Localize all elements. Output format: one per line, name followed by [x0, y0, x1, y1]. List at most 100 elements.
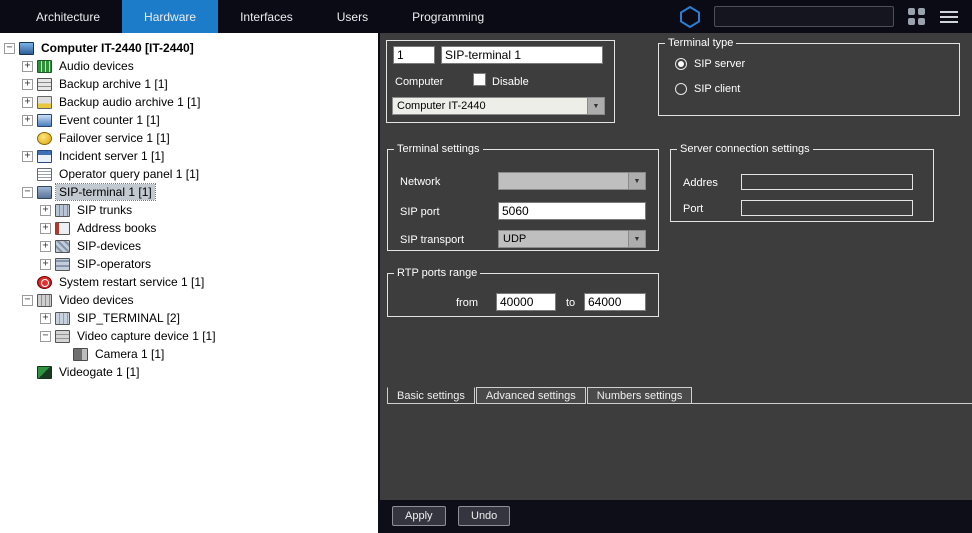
- menu-icon[interactable]: [940, 11, 958, 23]
- collapse-box-icon[interactable]: −: [40, 331, 51, 342]
- tree-item[interactable]: Failover service 1 [1]: [0, 129, 378, 147]
- tree-item[interactable]: +Backup archive 1 [1]: [0, 75, 378, 93]
- collapse-box-icon[interactable]: −: [22, 187, 33, 198]
- rtp-to-field[interactable]: [584, 293, 646, 311]
- tree-item-label: SIP-terminal 1 [1]: [56, 184, 155, 200]
- sip-transport-label: SIP transport: [400, 234, 464, 246]
- expand-box-icon[interactable]: +: [22, 151, 33, 162]
- server-port-field[interactable]: [741, 200, 913, 216]
- topbar-tab-interfaces[interactable]: Interfaces: [218, 0, 315, 33]
- grid-square: [918, 18, 925, 25]
- topbar-tab-hardware[interactable]: Hardware: [122, 0, 218, 33]
- expand-box-icon[interactable]: +: [22, 115, 33, 126]
- apps-grid-icon[interactable]: [908, 8, 926, 26]
- tree-item[interactable]: −Computer IT-2440 [IT-2440]: [0, 39, 378, 57]
- tree-item[interactable]: Operator query panel 1 [1]: [0, 165, 378, 183]
- sip-port-field[interactable]: [498, 202, 646, 220]
- tree-item[interactable]: − Video devices: [0, 291, 378, 309]
- backup-audio-archive-icon: [37, 96, 52, 109]
- expand-box-icon[interactable]: +: [40, 259, 51, 270]
- topbar-tab-programming[interactable]: Programming: [390, 0, 506, 33]
- radio-label: SIP client: [694, 83, 740, 95]
- expand-box-icon[interactable]: +: [22, 61, 33, 72]
- tree-item[interactable]: −Video capture device 1 [1]: [0, 327, 378, 345]
- settings-tabs: Basic settingsAdvanced settingsNumbers s…: [387, 387, 972, 404]
- tree-item[interactable]: + Address books: [0, 219, 378, 237]
- sip-port-label: SIP port: [400, 206, 440, 218]
- tree-item[interactable]: +SIP_TERMINAL [2]: [0, 309, 378, 327]
- tree-item[interactable]: Videogate 1 [1]: [0, 363, 378, 381]
- rtp-ports-group: RTP ports range from to: [387, 267, 659, 317]
- tree-item[interactable]: +SIP trunks: [0, 201, 378, 219]
- videogate-icon: [37, 366, 52, 379]
- rtp-from-label: from: [456, 297, 478, 309]
- tab-advanced-settings[interactable]: Advanced settings: [476, 387, 586, 404]
- tree-item-label: System restart service 1 [1]: [56, 274, 207, 290]
- expand-box-icon[interactable]: +: [40, 313, 51, 324]
- object-id-field[interactable]: [393, 46, 435, 64]
- tree-item-label: Incident server 1 [1]: [56, 148, 167, 164]
- topbar-tab-users[interactable]: Users: [315, 0, 390, 33]
- expand-box-icon[interactable]: +: [40, 223, 51, 234]
- server-connection-group: Server connection settings Addres Port: [670, 143, 934, 222]
- sip-transport-select-value: UDP: [499, 233, 628, 245]
- chevron-down-icon[interactable]: ▼: [628, 173, 645, 189]
- tree-item[interactable]: − SIP-terminal 1 [1]: [0, 183, 378, 201]
- tree-item[interactable]: +SIP-devices: [0, 237, 378, 255]
- collapse-box-icon[interactable]: −: [22, 295, 33, 306]
- tree-item[interactable]: + Event counter 1 [1]: [0, 111, 378, 129]
- expand-box-icon[interactable]: +: [40, 241, 51, 252]
- disable-checkbox[interactable]: [473, 73, 486, 86]
- chevron-down-icon[interactable]: ▼: [587, 98, 604, 114]
- radio-option-sip-server[interactable]: SIP server: [675, 58, 959, 70]
- tree-item-label: Operator query panel 1 [1]: [56, 166, 202, 182]
- radio-selected-icon[interactable]: [675, 58, 687, 70]
- radio-icon[interactable]: [675, 83, 687, 95]
- tree-item[interactable]: System restart service 1 [1]: [0, 273, 378, 291]
- tree-item[interactable]: + Backup audio archive 1 [1]: [0, 93, 378, 111]
- audio-devices-icon: [37, 60, 52, 73]
- tree-item-label: Event counter 1 [1]: [56, 112, 163, 128]
- grid-square: [908, 18, 915, 25]
- address-field[interactable]: [741, 174, 913, 190]
- search-input[interactable]: [714, 6, 894, 27]
- radio-option-sip-client[interactable]: SIP client: [675, 83, 959, 95]
- rtp-from-field[interactable]: [496, 293, 556, 311]
- terminal-type-options: SIP server SIP client: [659, 58, 959, 95]
- topbar-tabs: ArchitectureHardwareInterfacesUsersProgr…: [0, 0, 506, 33]
- tree-item[interactable]: + SIP-operators: [0, 255, 378, 273]
- apply-button[interactable]: Apply: [392, 506, 446, 526]
- network-select[interactable]: ▼: [498, 172, 646, 190]
- sip-transport-select[interactable]: UDP ▼: [498, 230, 646, 248]
- rtp-to-label: to: [566, 297, 575, 309]
- tree-item-label: Address books: [74, 220, 159, 236]
- tree-item[interactable]: + Incident server 1 [1]: [0, 147, 378, 165]
- camera-icon: [73, 348, 88, 361]
- tree-item[interactable]: Camera 1 [1]: [0, 345, 378, 363]
- chevron-down-icon[interactable]: ▼: [628, 231, 645, 247]
- video-devices-icon: [37, 294, 52, 307]
- tab-numbers-settings[interactable]: Numbers settings: [587, 387, 693, 404]
- incident-server-icon: [37, 150, 52, 163]
- collapse-box-icon[interactable]: −: [4, 43, 15, 54]
- undo-button[interactable]: Undo: [458, 506, 510, 526]
- operator-query-panel-icon: [37, 168, 52, 181]
- terminal-settings-group: Terminal settings Network ▼ SIP port SIP…: [387, 143, 659, 251]
- tree-item[interactable]: + Audio devices: [0, 57, 378, 75]
- sip-devices-icon: [55, 240, 70, 253]
- app-window: ArchitectureHardwareInterfacesUsersProgr…: [0, 0, 972, 533]
- grid-square: [908, 8, 915, 15]
- object-name-field[interactable]: [441, 46, 603, 64]
- topbar-tab-architecture[interactable]: Architecture: [14, 0, 122, 33]
- expand-box-icon[interactable]: +: [22, 79, 33, 90]
- tree-item-label: Videogate 1 [1]: [56, 364, 143, 380]
- tab-basic-settings[interactable]: Basic settings: [387, 387, 475, 404]
- tree-item-label: Backup audio archive 1 [1]: [56, 94, 203, 110]
- tree-item-label: Video devices: [56, 292, 137, 308]
- expand-box-icon[interactable]: +: [22, 97, 33, 108]
- tree-item-label: SIP-operators: [74, 256, 154, 272]
- expand-box-icon[interactable]: +: [40, 205, 51, 216]
- radio-label: SIP server: [694, 58, 745, 70]
- computer-select[interactable]: Computer IT-2440 ▼: [392, 97, 605, 115]
- tree-item-label: Audio devices: [56, 58, 137, 74]
